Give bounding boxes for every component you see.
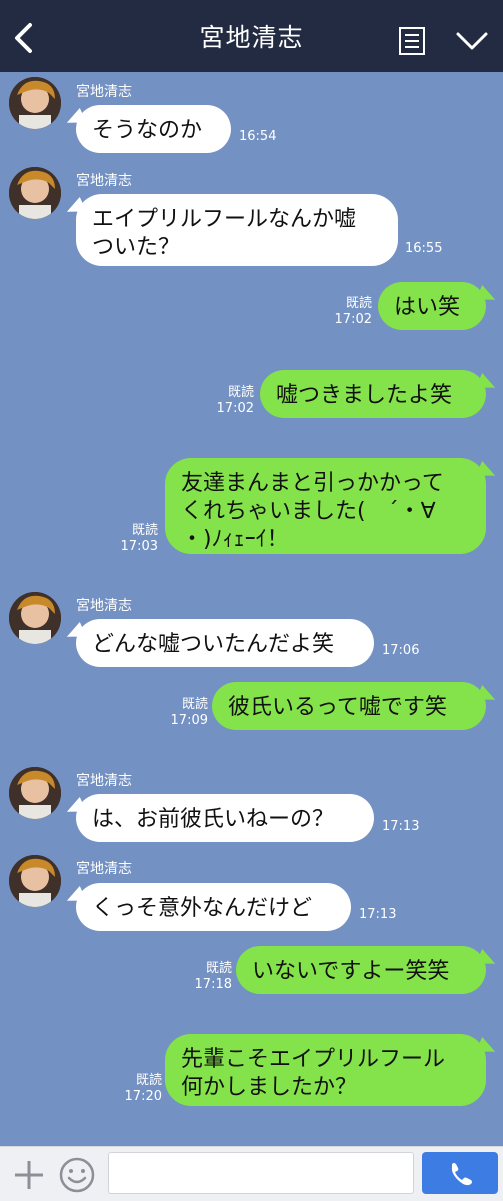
- message-bubble-out[interactable]: 嘘つきましたよ笑: [260, 370, 486, 418]
- message-bubble-out[interactable]: 彼氏いるって嘘です笑: [212, 682, 486, 730]
- chat-header: 宮地清志: [0, 0, 503, 72]
- message-meta: 既読 17:02: [202, 385, 254, 417]
- message-time: 17:09: [170, 713, 208, 728]
- message-time: 17:06: [382, 643, 420, 658]
- message-time: 17:02: [334, 312, 372, 327]
- avatar[interactable]: [9, 167, 61, 219]
- message-time: 17:03: [120, 539, 158, 554]
- sender-name: 宮地清志: [76, 773, 132, 789]
- sender-name: 宮地清志: [76, 84, 132, 100]
- send-button[interactable]: [422, 1152, 498, 1194]
- read-receipt: 既読: [227, 385, 254, 400]
- message-time: 16:54: [239, 129, 277, 144]
- avatar-image: [9, 592, 61, 644]
- message-time: 16:55: [405, 241, 443, 256]
- message-bubble-in[interactable]: くっそ意外なんだけど: [76, 883, 351, 931]
- avatar[interactable]: [9, 767, 61, 819]
- message-bubble-in[interactable]: は、お前彼氏いねーの？: [76, 794, 374, 842]
- compose-bar: [0, 1146, 503, 1201]
- message-input[interactable]: [108, 1152, 414, 1194]
- phone-icon: [451, 1163, 472, 1186]
- message-meta: 既読 17:03: [106, 523, 158, 555]
- message-meta: 既読 17:02: [320, 296, 372, 328]
- message-time: 17:20: [124, 1089, 162, 1104]
- read-receipt: 既読: [345, 296, 372, 311]
- avatar[interactable]: [9, 592, 61, 644]
- message-bubble-in[interactable]: そうなのか: [76, 105, 231, 153]
- plus-icon[interactable]: [12, 1158, 46, 1192]
- read-receipt: 既読: [205, 961, 232, 976]
- sender-name: 宮地清志: [76, 598, 132, 614]
- message-bubble-in[interactable]: エイプリルフールなんか嘘 ついた？: [76, 194, 398, 266]
- message-bubble-out[interactable]: 先輩こそエイプリルフール 何かしましたか？: [165, 1034, 486, 1106]
- message-meta: 既読 17:18: [176, 961, 232, 993]
- avatar[interactable]: [9, 77, 61, 129]
- message-time: 17:13: [382, 819, 420, 834]
- message-meta: 既読 17:20: [106, 1073, 162, 1105]
- sender-name: 宮地清志: [76, 861, 132, 877]
- message-bubble-out[interactable]: 友達まんまと引っかかって くれちゃいました( ´・∀ ・)ﾉｨｪｰｲ！: [165, 458, 486, 554]
- chat-title: 宮地清志: [199, 23, 304, 52]
- avatar-image: [9, 77, 61, 129]
- sender-name: 宮地清志: [76, 173, 132, 189]
- message-list[interactable]: 宮地清志 そうなのか 16:54 宮地清志 エイプリルフールなんか嘘 ついた？ …: [0, 72, 503, 1146]
- notes-menu-icon[interactable]: [398, 26, 426, 56]
- message-meta: 既読 17:09: [152, 697, 208, 729]
- emoji-icon[interactable]: [58, 1156, 96, 1194]
- read-receipt: 既読: [131, 523, 158, 538]
- avatar-image: [9, 855, 61, 907]
- message-bubble-out[interactable]: はい笑: [378, 282, 486, 330]
- message-time: 17:18: [194, 977, 232, 992]
- message-time: 17:13: [359, 907, 397, 922]
- message-bubble-in[interactable]: どんな嘘ついたんだよ笑: [76, 619, 374, 667]
- read-receipt: 既読: [181, 697, 208, 712]
- avatar-image: [9, 767, 61, 819]
- message-bubble-out[interactable]: いないですよー笑笑: [236, 946, 486, 994]
- avatar-image: [9, 167, 61, 219]
- chevron-down-icon[interactable]: [455, 30, 489, 52]
- read-receipt: 既読: [135, 1073, 162, 1088]
- message-time: 17:02: [216, 401, 254, 416]
- avatar[interactable]: [9, 855, 61, 907]
